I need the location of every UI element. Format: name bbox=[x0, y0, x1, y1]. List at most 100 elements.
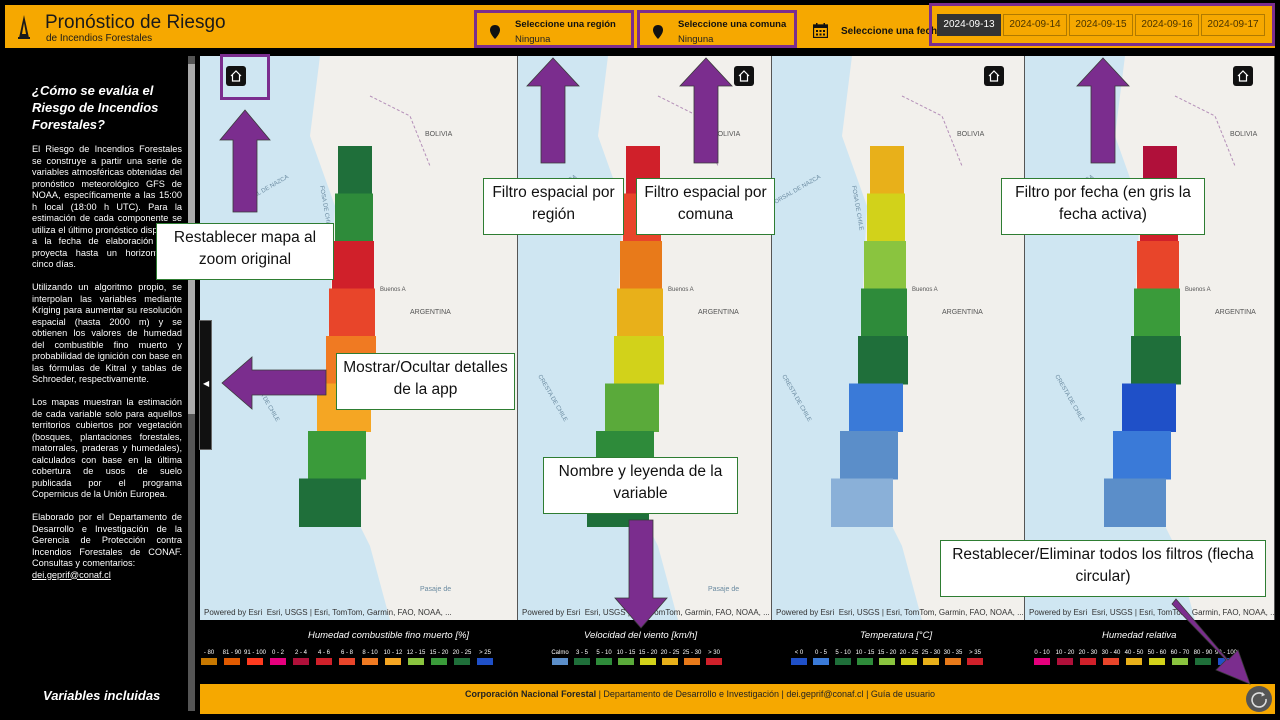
legend-swatch bbox=[596, 658, 612, 665]
legend-swatch bbox=[431, 658, 447, 665]
basemap[interactable]: BOLIVIA ARGENTINA Buenos A DORSAL DE NAZ… bbox=[772, 56, 1025, 620]
legend-item: 15 - 20 bbox=[428, 650, 450, 670]
legend-item-label: 8 - 10 bbox=[362, 650, 378, 656]
legend-item: 12 - 15 bbox=[405, 650, 427, 670]
legend-item: 15 - 20 bbox=[876, 650, 898, 670]
date-button-3[interactable]: 2024-09-15 bbox=[1069, 14, 1133, 36]
basemap[interactable]: BOLIVIA ARGENTINA Buenos A DORSAL DE NAZ… bbox=[200, 56, 518, 620]
legend-swatch bbox=[879, 658, 895, 665]
label-bolivia: BOLIVIA bbox=[713, 131, 741, 138]
attribution-text: Esri, USGS | Esri, TomTom, Garmin, FAO, … bbox=[266, 608, 452, 617]
legend-item: 90 - 100 bbox=[1215, 650, 1237, 670]
attribution-text: Esri, USGS | Esri, TomTom, Garmin, FAO, … bbox=[838, 608, 1024, 617]
basemap[interactable]: BOLIVIA ARGENTINA Buenos A DORSAL DE NAZ… bbox=[1025, 56, 1275, 620]
legend-item: 80 - 90 bbox=[1192, 650, 1214, 670]
legend-title: Humedad combustible fino muerto [%] bbox=[308, 630, 470, 641]
sidebar-toggle-button[interactable]: ◀ bbox=[199, 320, 212, 450]
legend-item-label: 15 - 20 bbox=[877, 650, 897, 656]
legend-item: 20 - 25 bbox=[659, 650, 681, 670]
map-data-segment bbox=[332, 241, 374, 290]
legend-swatch bbox=[791, 658, 807, 665]
label-bolivia: BOLIVIA bbox=[1230, 131, 1258, 138]
basemap[interactable]: BOLIVIA ARGENTINA Buenos A DORSAL DE NAZ… bbox=[518, 56, 772, 620]
label-argentina: ARGENTINA bbox=[1215, 309, 1256, 316]
label-buenos-aires: Buenos A bbox=[912, 287, 938, 293]
legend-item: 3 - 5 bbox=[571, 650, 593, 670]
map-panel-fuel-moisture[interactable]: BOLIVIA ARGENTINA Buenos A DORSAL DE NAZ… bbox=[200, 56, 518, 620]
date-button-2[interactable]: 2024-09-14 bbox=[1003, 14, 1067, 36]
map-data-segment bbox=[1104, 478, 1166, 527]
legend-item: 5 - 10 bbox=[593, 650, 615, 670]
legend-item-label: > 30 bbox=[708, 650, 720, 656]
footer-guide-link[interactable]: Guía de usuario bbox=[871, 689, 935, 699]
legend-item-label: 90 - 100 bbox=[1215, 650, 1238, 656]
legend-item: 15 - 20 bbox=[637, 650, 659, 670]
legend-swatch bbox=[967, 658, 983, 665]
legend-swatch bbox=[618, 658, 634, 665]
map-attribution: Powered by Esri Esri, USGS | Esri, TomTo… bbox=[204, 608, 452, 617]
legend-item: 6 - 8 bbox=[336, 650, 358, 670]
sidebar-email-link[interactable]: dei.geprif@conaf.cl bbox=[32, 570, 111, 580]
home-button[interactable] bbox=[734, 66, 754, 86]
date-button-5[interactable]: 2024-09-17 bbox=[1201, 14, 1265, 36]
legend-swatch bbox=[901, 658, 917, 665]
home-icon bbox=[1237, 70, 1249, 82]
map-data-segment bbox=[1122, 383, 1176, 432]
reset-filters-button[interactable] bbox=[1246, 686, 1272, 712]
label-buenos-aires: Buenos A bbox=[668, 287, 694, 293]
footer-email-link[interactable]: dei.geprif@conaf.cl bbox=[786, 689, 863, 699]
map-attribution: Powered by Esri Esri, USGS | Esri, TomTo… bbox=[776, 608, 1024, 617]
legend-item-label: > 35 bbox=[969, 650, 981, 656]
legend-swatch bbox=[1172, 658, 1188, 665]
label-argentina: ARGENTINA bbox=[698, 309, 739, 316]
home-button[interactable] bbox=[1233, 66, 1253, 86]
info-sidebar: ¿Cómo se evalúa el Riesgo de Incendios F… bbox=[5, 52, 195, 715]
legend-swatch bbox=[640, 658, 656, 665]
legend-swatch bbox=[835, 658, 851, 665]
legend-swatch bbox=[1034, 658, 1050, 665]
comuna-filter[interactable]: Seleccione una comuna Ninguna bbox=[637, 10, 797, 48]
home-icon bbox=[988, 70, 1000, 82]
legend-item-label: 30 - 35 bbox=[943, 650, 963, 656]
fire-logo-icon bbox=[18, 15, 30, 39]
region-filter[interactable]: Seleccione una región Ninguna bbox=[474, 10, 634, 48]
legend-swatch bbox=[1218, 658, 1234, 665]
date-button-4[interactable]: 2024-09-16 bbox=[1135, 14, 1199, 36]
legend-swatch bbox=[293, 658, 309, 665]
map-data-segment bbox=[870, 146, 904, 195]
footer-org: Corporación Nacional Forestal bbox=[465, 689, 597, 699]
date-selector: 2024-09-13 2024-09-14 2024-09-15 2024-09… bbox=[929, 3, 1275, 46]
map-data-segment bbox=[335, 193, 373, 242]
legend-item: 0 - 5 bbox=[810, 650, 832, 670]
map-data-segment bbox=[1134, 288, 1180, 337]
legend-item: > 30 bbox=[703, 650, 725, 670]
comuna-filter-value: Ninguna bbox=[678, 34, 714, 45]
legend-item: 25 - 30 bbox=[681, 650, 703, 670]
legend-item-label: 0 - 5 bbox=[814, 650, 827, 656]
map-data-segment bbox=[1113, 431, 1171, 480]
label-buenos-aires: Buenos A bbox=[380, 287, 406, 293]
legend-item: 10 - 15 bbox=[615, 650, 637, 670]
attribution-text: Esri, USGS | Esri, TomTom, Garmin, FAO, … bbox=[1091, 608, 1275, 617]
map-panel-humidity[interactable]: BOLIVIA ARGENTINA Buenos A DORSAL DE NAZ… bbox=[1025, 56, 1275, 620]
legend-item: 20 - 30 bbox=[1077, 650, 1099, 670]
legend-item-label: Calmo bbox=[551, 650, 569, 656]
comuna-filter-label: Seleccione una comuna bbox=[678, 19, 787, 30]
map-data-segment bbox=[864, 241, 906, 290]
legend-item-label: 30 - 40 bbox=[1101, 650, 1121, 656]
label-buenos-aires: Buenos A bbox=[1185, 287, 1211, 293]
map-panel-temperature[interactable]: BOLIVIA ARGENTINA Buenos A DORSAL DE NAZ… bbox=[772, 56, 1025, 620]
map-data-segment bbox=[1137, 241, 1179, 290]
legend-item: 91 - 100 bbox=[244, 650, 266, 670]
date-button-1[interactable]: 2024-09-13 bbox=[937, 14, 1001, 36]
home-button[interactable] bbox=[984, 66, 1004, 86]
legend-swatch bbox=[247, 658, 263, 665]
map-data-segment bbox=[617, 288, 663, 337]
legend-item-label: 10 - 20 bbox=[1055, 650, 1075, 656]
map-panel-wind-speed[interactable]: BOLIVIA ARGENTINA Buenos A DORSAL DE NAZ… bbox=[518, 56, 772, 620]
legend-item: 8 - 10 bbox=[359, 650, 381, 670]
legend-item-label: 5 - 10 bbox=[835, 650, 851, 656]
legend-title: Velocidad del viento [km/h] bbox=[584, 630, 698, 641]
home-highlight-frame bbox=[220, 54, 270, 100]
annotation-variable: Nombre y leyenda de la variable bbox=[543, 457, 738, 514]
